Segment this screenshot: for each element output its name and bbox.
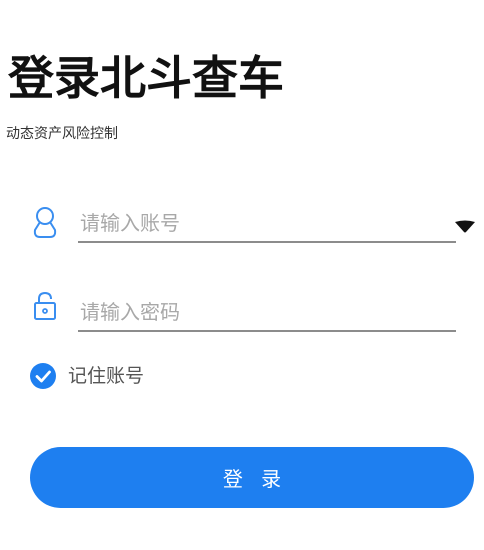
page-subtitle: 动态资产风险控制 [6, 126, 118, 142]
remember-account-label: 记住账号 [68, 365, 145, 387]
checkmark-icon [30, 363, 56, 389]
login-button[interactable]: 登 录 [30, 447, 474, 508]
login-page: 登录北斗查车 动态资产风险控制 记住账号 登 录 [0, 0, 484, 550]
account-field [78, 205, 456, 243]
remember-account-checkbox[interactable]: 记住账号 [30, 363, 144, 389]
password-input[interactable] [78, 294, 456, 330]
lock-icon [34, 291, 56, 320]
password-field [78, 294, 456, 332]
user-icon [33, 207, 57, 238]
chevron-down-icon[interactable] [454, 220, 476, 234]
page-title: 登录北斗查车 [8, 51, 284, 105]
account-input[interactable] [78, 205, 456, 241]
